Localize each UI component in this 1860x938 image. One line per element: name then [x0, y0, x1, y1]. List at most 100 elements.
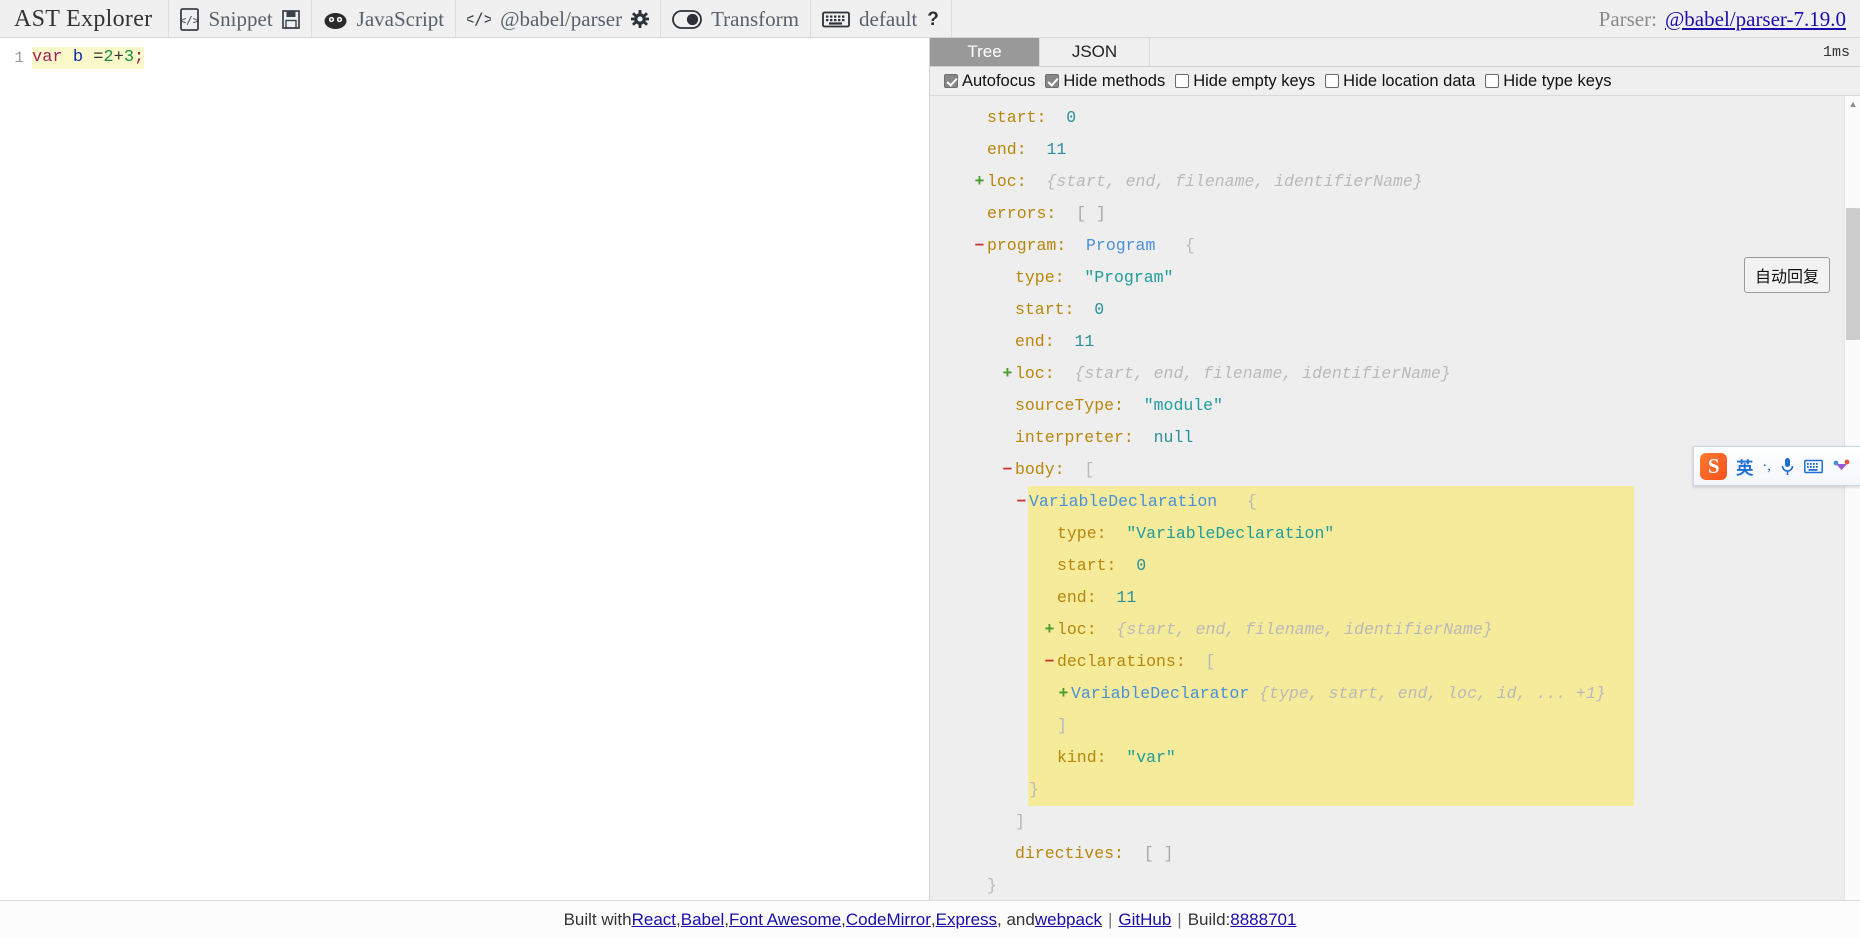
footer-build-hash-link[interactable]: 8888701	[1230, 910, 1296, 930]
ast-node-row[interactable]: + VariableDeclarator {type, start, end, l…	[930, 678, 1860, 710]
ast-node-row[interactable]: start: 0	[930, 294, 1860, 326]
option-hide-empty-keys[interactable]: Hide empty keys	[1175, 72, 1315, 91]
ast-node-row[interactable]: directives: [ ]	[930, 838, 1860, 870]
sogou-ime-toolbar[interactable]: S 英 ·,	[1693, 446, 1860, 486]
ast-node-row[interactable]: end: 11	[930, 326, 1860, 358]
ast-node-row[interactable]: + loc: {start, end, filename, identifierN…	[930, 166, 1860, 198]
expand-toggle-icon[interactable]: +	[972, 166, 987, 198]
ast-vertical-scrollbar[interactable]: ▲	[1844, 96, 1860, 900]
tab-tree[interactable]: Tree	[930, 38, 1040, 66]
collapse-toggle-icon[interactable]: −	[972, 230, 987, 262]
option-hide-type-keys[interactable]: Hide type keys	[1485, 72, 1611, 91]
english-mode-icon[interactable]: 英	[1736, 454, 1753, 479]
checkbox-hide-location-data[interactable]	[1325, 74, 1340, 88]
toolbox-icon[interactable]	[1832, 457, 1851, 476]
collapse-toggle-icon[interactable]: −	[1042, 646, 1057, 678]
no-toggle-spacer	[1000, 806, 1015, 838]
expand-toggle-icon[interactable]: +	[1056, 678, 1071, 710]
ast-value: "Program"	[1084, 268, 1174, 287]
ast-node-row[interactable]: }	[930, 774, 1860, 806]
ast-node-row[interactable]: type: "Program"	[930, 262, 1860, 294]
footer-link-webpack[interactable]: webpack	[1035, 910, 1102, 930]
code-line-1[interactable]: 1 var b =2+3;	[0, 38, 929, 69]
checkbox-hide-methods[interactable]	[1045, 74, 1060, 88]
ast-value: [ ]	[1076, 204, 1106, 223]
transform-label: Transform	[711, 6, 799, 31]
footer-link-express[interactable]: Express	[936, 910, 997, 930]
punctuation-mode-icon[interactable]: ·,	[1762, 458, 1771, 475]
ast-node-row[interactable]: + loc: {start, end, filename, identifierN…	[930, 358, 1860, 390]
checkbox-autofocus[interactable]	[944, 74, 958, 88]
tab-json[interactable]: JSON	[1040, 38, 1150, 66]
ast-node-row[interactable]: kind: "var"	[930, 742, 1860, 774]
ast-node-row[interactable]: type: "VariableDeclaration"	[930, 518, 1860, 550]
ast-node-row[interactable]: ]	[930, 806, 1860, 838]
ast-node-row[interactable]: start: 0	[930, 550, 1860, 582]
checkbox-hide-type-keys[interactable]	[1485, 74, 1500, 88]
ast-node-row[interactable]: + loc: {start, end, filename, identifierN…	[930, 614, 1860, 646]
option-autofocus[interactable]: Autofocus	[944, 72, 1035, 91]
ast-node-row[interactable]: }	[930, 870, 1860, 900]
app-brand[interactable]: AST Explorer	[0, 0, 170, 38]
ast-node-row[interactable]: ]	[930, 710, 1860, 742]
scrollbar-thumb[interactable]	[1846, 208, 1860, 340]
no-toggle-spacer	[1042, 742, 1057, 774]
collapse-toggle-icon[interactable]: −	[1014, 486, 1029, 518]
ast-value: [	[1205, 652, 1216, 671]
ast-colon: :	[1114, 844, 1144, 863]
question-mark-icon[interactable]: ?	[926, 9, 940, 29]
ast-node-row[interactable]: errors: [ ]	[930, 198, 1860, 230]
expand-toggle-icon[interactable]: +	[1000, 358, 1015, 390]
parse-timing: 1ms	[1822, 43, 1850, 61]
ast-colon: :	[1096, 524, 1127, 543]
no-toggle-spacer	[1042, 550, 1057, 582]
expand-toggle-icon[interactable]: +	[1042, 614, 1057, 646]
ast-value: }	[987, 876, 997, 895]
snippet-menu[interactable]: </> Snippet	[169, 0, 312, 38]
parser-selector[interactable]: </> @babel/parser	[456, 0, 662, 38]
option-hide-methods[interactable]: Hide methods	[1045, 72, 1165, 91]
ast-value[interactable]: VariableDeclaration	[1029, 486, 1217, 518]
ast-value[interactable]: VariableDeclarator	[1071, 678, 1249, 710]
footer-link-babel[interactable]: Babel	[681, 910, 724, 930]
footer-link-codemirror[interactable]: CodeMirror	[846, 910, 931, 930]
checkbox-hide-empty-keys[interactable]	[1175, 74, 1190, 88]
ast-node-row[interactable]: end: 11	[930, 134, 1860, 166]
keymap-selector[interactable]: default ?	[811, 0, 953, 38]
toggle-switch-icon[interactable]	[672, 9, 702, 29]
parser-version-link[interactable]: @babel/parser-7.19.0	[1665, 7, 1846, 32]
code-content[interactable]: var b =2+3;	[32, 47, 145, 69]
ast-tree[interactable]: start: 0 end: 11 + loc: {start, end, filen…	[930, 96, 1860, 900]
ast-node-row[interactable]: − declarations: [	[930, 646, 1860, 678]
collapse-toggle-icon[interactable]: −	[1000, 454, 1015, 486]
angle-brackets-icon: </>	[467, 10, 491, 28]
option-hide-location-data[interactable]: Hide location data	[1325, 72, 1475, 91]
ast-key: start	[1057, 556, 1107, 575]
ast-node-row[interactable]: start: 0	[930, 102, 1860, 134]
gear-icon[interactable]	[631, 10, 650, 28]
sogou-logo-icon[interactable]: S	[1700, 452, 1728, 480]
transform-selector[interactable]: Transform	[661, 0, 811, 38]
footer-link-font-awesome[interactable]: Font Awesome	[729, 910, 841, 930]
code-token-5: +	[113, 48, 124, 67]
ast-node-row[interactable]: − VariableDeclaration {	[930, 486, 1860, 518]
ast-colon: :	[1036, 108, 1067, 127]
floppy-disk-icon[interactable]	[281, 9, 300, 29]
ast-node-row[interactable]: − program: Program {	[930, 230, 1860, 262]
code-editor-pane[interactable]: 1 var b =2+3;	[0, 38, 930, 900]
soft-keyboard-icon[interactable]	[1804, 459, 1823, 474]
scroll-up-arrow[interactable]: ▲	[1845, 96, 1860, 112]
ast-value[interactable]: Program	[1086, 230, 1155, 262]
ast-node-row[interactable]: end: 11	[930, 582, 1860, 614]
ast-options-row: Autofocus Hide methods Hide empty keys Hide…	[930, 67, 1860, 96]
footer-link-github[interactable]: GitHub	[1118, 910, 1171, 930]
ast-node-row[interactable]: sourceType: "module"	[930, 390, 1860, 422]
auto-reply-button[interactable]: 自动回复	[1743, 257, 1830, 293]
language-selector[interactable]: JavaScript	[312, 0, 457, 38]
microphone-icon[interactable]	[1780, 457, 1795, 476]
ast-value: ]	[1057, 716, 1067, 735]
ast-tree-container[interactable]: start: 0 end: 11 + loc: {start, end, filen…	[930, 96, 1860, 900]
ast-value: "VariableDeclaration"	[1126, 524, 1335, 543]
footer-link-react[interactable]: React	[632, 910, 676, 930]
